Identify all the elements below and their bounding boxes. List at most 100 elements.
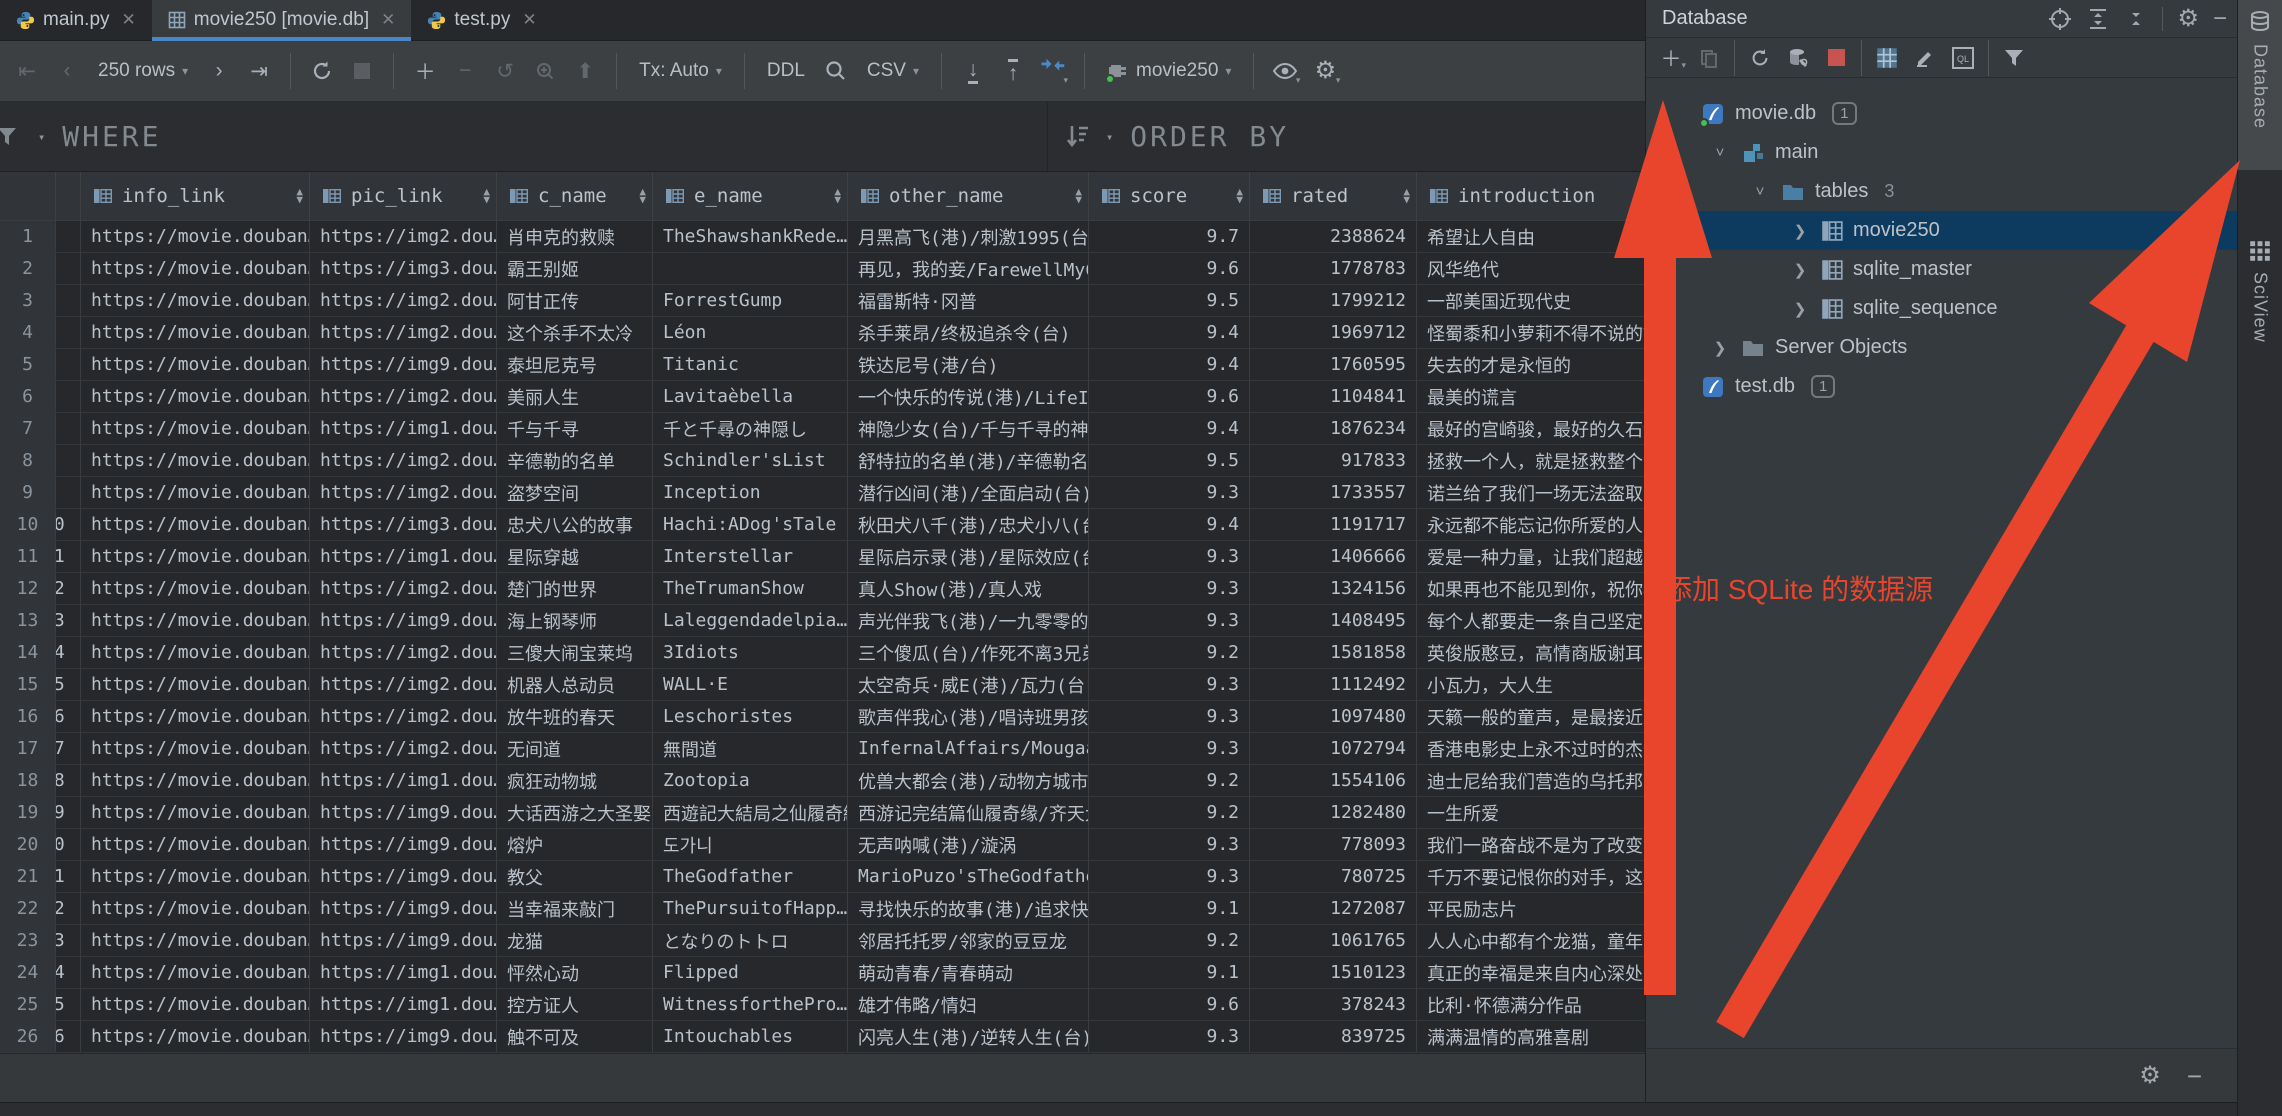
stripe-tab-database[interactable]: Database [2238, 0, 2282, 170]
table-cell[interactable]: 怦然心动 [497, 957, 653, 988]
table-cell[interactable]: 比利·怀德满分作品 [1417, 989, 1645, 1020]
cell-id-clipped[interactable]: 18 [56, 765, 81, 796]
table-row[interactable]: 33https://movie.douban…https://img2.dou…… [0, 285, 1645, 317]
table-cell[interactable]: https://img1.dou… [310, 957, 497, 988]
table-cell[interactable]: 真正的幸福是来自内心深处 [1417, 957, 1645, 988]
table-cell[interactable]: https://movie.douban… [81, 669, 310, 700]
expand-all-icon[interactable] [2086, 7, 2110, 31]
table-cell[interactable]: 这个杀手不太冷 [497, 317, 653, 348]
table-cell[interactable]: 1876234 [1250, 413, 1417, 444]
table-cell[interactable]: https://img2.dou… [310, 669, 497, 700]
table-cell[interactable]: 9.4 [1089, 413, 1250, 444]
table-cell[interactable]: となりのトトロ [653, 925, 848, 956]
table-cell[interactable]: 一部美国近现代史 [1417, 285, 1645, 316]
row-number[interactable]: 18 [0, 765, 56, 796]
table-cell[interactable]: Zootopia [653, 765, 848, 796]
table-cell[interactable]: https://movie.douban… [81, 733, 310, 764]
find-icon[interactable] [528, 53, 562, 89]
table-cell[interactable]: 忠犬八公的故事 [497, 509, 653, 540]
table-cell[interactable]: 1581858 [1250, 637, 1417, 668]
table-cell[interactable]: 盗梦空间 [497, 477, 653, 508]
table-cell[interactable]: https://movie.douban… [81, 285, 310, 316]
table-cell[interactable]: https://img9.dou… [310, 1021, 497, 1052]
table-cell[interactable]: 肖申克的救赎 [497, 221, 653, 252]
row-number[interactable]: 2 [0, 253, 56, 284]
row-number[interactable]: 10 [0, 509, 56, 540]
table-cell[interactable]: 9.5 [1089, 445, 1250, 476]
table-cell[interactable]: 控方证人 [497, 989, 653, 1020]
cell-id-clipped[interactable]: 21 [56, 861, 81, 892]
add-datasource-button[interactable]: ＋▾ [1654, 42, 1688, 74]
table-cell[interactable]: 星际启示录(港)/星际效应(台) [848, 541, 1089, 572]
table-cell[interactable]: 熔炉 [497, 829, 653, 860]
next-page-button[interactable]: › [202, 53, 236, 89]
table-cell[interactable]: 9.2 [1089, 637, 1250, 668]
row-number[interactable]: 9 [0, 477, 56, 508]
table-cell[interactable]: 最好的宫崎骏，最好的久石让 [1417, 413, 1645, 444]
cell-id-clipped[interactable]: 25 [56, 989, 81, 1020]
table-cell[interactable]: 月黑高飞(港)/刺激1995(台) [848, 221, 1089, 252]
table-cell[interactable]: https://movie.douban… [81, 829, 310, 860]
table-row[interactable]: 1818https://movie.douban…https://img1.do… [0, 765, 1645, 797]
table-cell[interactable]: 2388624 [1250, 221, 1417, 252]
table-cell[interactable]: https://movie.douban… [81, 989, 310, 1020]
table-cell[interactable]: 大话西游之大圣娶亲 [497, 797, 653, 828]
sort-icon[interactable]: ▲▼ [1403, 188, 1410, 204]
chevron-right-icon[interactable]: ❯ [1709, 339, 1731, 357]
table-cell[interactable]: 1072794 [1250, 733, 1417, 764]
table-cell[interactable]: Laleggendadelpia… [653, 605, 848, 636]
table-cell[interactable]: https://img9.dou… [310, 605, 497, 636]
cell-id-clipped[interactable]: 19 [56, 797, 81, 828]
table-cell[interactable]: 小瓦力，大人生 [1417, 669, 1645, 700]
table-cell[interactable]: 触不可及 [497, 1021, 653, 1052]
table-row[interactable]: 2626https://movie.douban…https://img9.do… [0, 1021, 1645, 1053]
table-cell[interactable]: https://img9.dou… [310, 893, 497, 924]
table-cell[interactable]: 9.3 [1089, 477, 1250, 508]
table-cell[interactable]: 声光伴我飞(港)/一九零零的传奇 [848, 605, 1089, 636]
column-header[interactable]: rated▲▼ [1250, 172, 1417, 220]
table-cell[interactable]: 诺兰给了我们一场无法盗取的梦 [1417, 477, 1645, 508]
table-cell[interactable]: https://img2.dou… [310, 573, 497, 604]
table-cell[interactable]: Schindler'sList [653, 445, 848, 476]
table-cell[interactable]: 拯救一个人，就是拯救整个世界 [1417, 445, 1645, 476]
table-cell[interactable]: 萌动青春/青春萌动 [848, 957, 1089, 988]
column-header[interactable]: score▲▼ [1089, 172, 1250, 220]
table-cell[interactable]: 9.3 [1089, 701, 1250, 732]
tab-movie250[interactable]: movie250 [movie.db] ✕ [152, 0, 412, 40]
row-number[interactable]: 11 [0, 541, 56, 572]
cell-id-clipped[interactable]: 7 [56, 413, 81, 444]
table-cell[interactable]: 9.3 [1089, 669, 1250, 700]
table-row[interactable]: 55https://movie.douban…https://img9.dou…… [0, 349, 1645, 381]
datasource-selector[interactable]: movie250▾ [1099, 60, 1239, 82]
tree-item-main[interactable]: ˅main [1646, 133, 2237, 172]
row-number[interactable]: 12 [0, 573, 56, 604]
table-cell[interactable]: https://movie.douban… [81, 893, 310, 924]
table-cell[interactable]: ForrestGump [653, 285, 848, 316]
cell-id-clipped[interactable]: 23 [56, 925, 81, 956]
table-cell[interactable]: https://movie.douban… [81, 221, 310, 252]
sort-icon[interactable]: ▲▼ [1236, 188, 1243, 204]
table-cell[interactable]: 人人心中都有个龙猫，童年就永 [1417, 925, 1645, 956]
table-cell[interactable]: 神隐少女(台)/千与千寻的神隐 [848, 413, 1089, 444]
export-download-icon[interactable]: ↓ [956, 53, 990, 89]
cell-id-clipped[interactable]: 20 [56, 829, 81, 860]
row-number[interactable]: 5 [0, 349, 56, 380]
table-cell[interactable]: 当幸福来敲门 [497, 893, 653, 924]
table-cell[interactable]: 永远都不能忘记你所爱的人 [1417, 509, 1645, 540]
table-cell[interactable]: 778093 [1250, 829, 1417, 860]
table-row[interactable]: 22https://movie.douban…https://img3.dou…… [0, 253, 1645, 285]
table-cell[interactable]: https://img9.dou… [310, 861, 497, 892]
table-cell[interactable]: 1510123 [1250, 957, 1417, 988]
table-cell[interactable]: 真人Show(港)/真人戏 [848, 573, 1089, 604]
table-cell[interactable]: 9.6 [1089, 989, 1250, 1020]
table-cell[interactable]: https://img1.dou… [310, 989, 497, 1020]
row-number[interactable]: 19 [0, 797, 56, 828]
table-cell[interactable]: https://img2.dou… [310, 317, 497, 348]
table-cell[interactable]: https://movie.douban… [81, 701, 310, 732]
table-cell[interactable]: 1097480 [1250, 701, 1417, 732]
table-cell[interactable]: https://img2.dou… [310, 221, 497, 252]
table-cell[interactable]: 霸王别姬 [497, 253, 653, 284]
refresh-icon[interactable] [1743, 42, 1777, 74]
column-header[interactable]: pic_link▲▼ [310, 172, 497, 220]
table-cell[interactable]: 9.2 [1089, 765, 1250, 796]
